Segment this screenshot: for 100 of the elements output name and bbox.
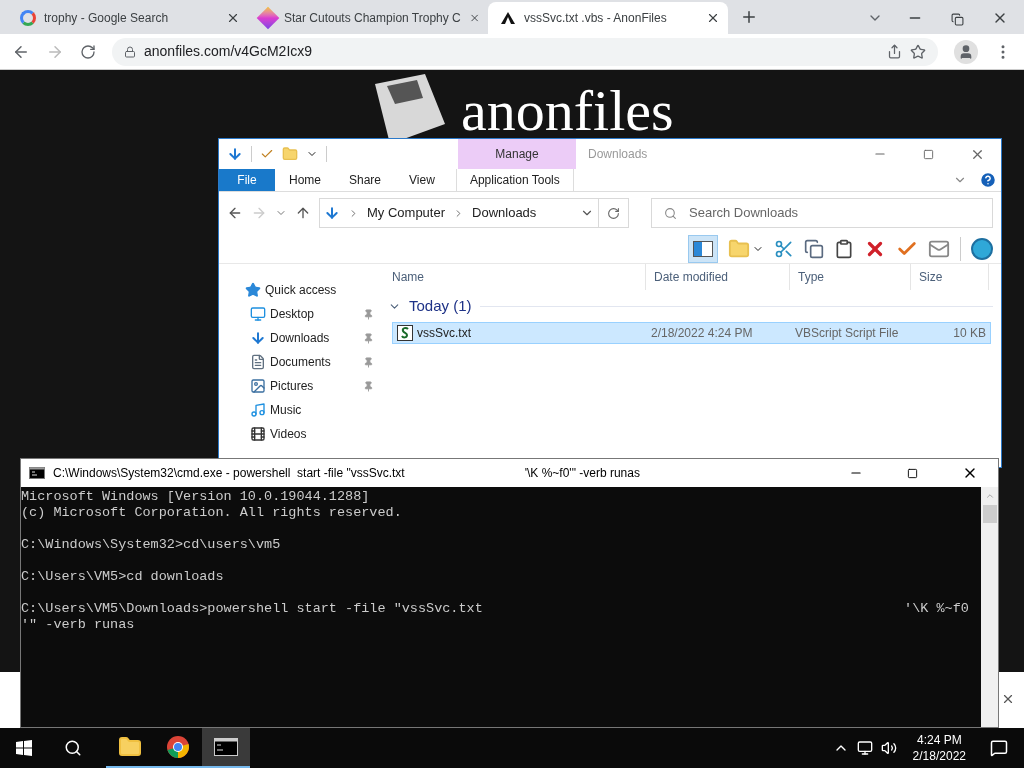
nav-item[interactable]: Quick access [219, 278, 384, 302]
tab-title: vssSvc.txt .vbs - AnonFiles [524, 10, 668, 27]
console-line: C:\Users\VM5>cd downloads [21, 569, 224, 585]
pin-icon[interactable] [363, 332, 374, 344]
search-field[interactable]: Search Downloads [651, 198, 993, 228]
ribbon-tab[interactable]: View [395, 169, 449, 191]
nav-label: Quick access [265, 282, 338, 299]
ribbon-tab[interactable]: Share [335, 169, 396, 191]
up-icon[interactable] [295, 205, 311, 221]
bookmark-icon[interactable] [910, 43, 926, 60]
type-cell-text: VBScript Script File [794, 325, 900, 342]
refresh-button[interactable] [599, 198, 629, 228]
browser-tab[interactable]: vssSvc.txt .vbs - AnonFiles [488, 2, 728, 34]
address-field[interactable]: My Computer Downloads [319, 198, 599, 228]
nav-item[interactable]: Documents [219, 350, 384, 374]
notification-icon[interactable] [990, 739, 1008, 757]
lock-icon [124, 45, 136, 58]
column-header[interactable]: Name [384, 264, 646, 290]
terminal-icon [214, 738, 238, 756]
script-file-icon [397, 325, 413, 341]
paste-icon[interactable] [834, 238, 854, 259]
film-icon [250, 426, 266, 442]
nav-item[interactable]: Desktop [219, 302, 384, 326]
cut-icon[interactable] [774, 238, 794, 259]
nav-label: Downloads [270, 330, 331, 347]
nav-label: Desktop [270, 306, 316, 323]
nav-item[interactable]: Videos [219, 422, 384, 446]
pin-icon[interactable] [363, 380, 374, 392]
tab-favicon-icon [500, 11, 516, 25]
console-line: (c) Microsoft Corporation. All rights reserved. [21, 505, 402, 521]
chrome-icon [166, 735, 190, 759]
refresh-icon [607, 206, 620, 220]
column-header[interactable]: Size [911, 264, 989, 290]
tab-title: trophy - Google Search [44, 10, 170, 27]
volume-icon[interactable] [880, 740, 897, 756]
console-line: Microsoft Windows [Version 10.0.19044.1288] [21, 489, 370, 505]
nav-label: Pictures [270, 378, 315, 395]
console-icon [29, 467, 45, 479]
music-icon [250, 402, 266, 418]
column-header[interactable]: Type [790, 264, 911, 290]
star-icon [245, 282, 261, 298]
tab-title: Star Cutouts Champion Trophy C [284, 10, 461, 27]
clock[interactable]: 4:24 PM 2/18/2022 [904, 732, 974, 764]
window-title: Downloads [588, 146, 648, 163]
nav-label: Documents [270, 354, 332, 371]
url-text: anonfiles.com/v4GcM2Icx9 [144, 42, 313, 61]
ribbon-tab[interactable]: File [219, 169, 275, 191]
google-icon [20, 10, 36, 26]
column-header[interactable]: Date modified [646, 264, 790, 290]
nav-label: Videos [270, 426, 308, 443]
ribbon-tab[interactable]: Application Tools [455, 169, 574, 191]
close-icon[interactable] [1001, 692, 1015, 706]
nav-item[interactable]: Pictures [219, 374, 384, 398]
share-icon[interactable] [887, 44, 902, 59]
ribbon-tab[interactable]: Home [275, 169, 335, 191]
document-icon [250, 354, 266, 370]
help-icon[interactable] [979, 171, 997, 189]
window-title: C:\Windows\System32\cmd.exe - powershell start -file "vssSvc.txt '\K %~f0'" -verb runas [53, 465, 640, 482]
console-line: C:\Users\VM5\Downloads>powershell start -file "vssSvc.txt '\K %~f0 [21, 601, 969, 617]
download-icon [250, 330, 266, 346]
address-field[interactable]: anonfiles.com/v4GcM2Icx9 [112, 37, 938, 66]
date-cell-text: 2/18/2022 4:24 PM [650, 325, 754, 342]
network-icon[interactable] [856, 740, 873, 756]
console-line: '" -verb runas [21, 617, 135, 633]
desktop-icon [250, 306, 266, 322]
pin-icon[interactable] [363, 308, 374, 320]
restore-icon[interactable] [951, 13, 964, 26]
download-icon [324, 205, 340, 221]
breadcrumb-item[interactable]: Downloads [472, 203, 537, 223]
search-icon[interactable] [64, 739, 82, 757]
date-text: 2/18/2022 [912, 748, 966, 764]
nav-item[interactable]: Downloads [219, 326, 384, 350]
breadcrumb-item[interactable]: My Computer [367, 203, 446, 223]
search-icon [664, 206, 677, 220]
scroll-thumb[interactable] [982, 505, 997, 523]
start-icon[interactable] [16, 740, 32, 756]
browser-tab[interactable]: Star Cutouts Champion Trophy C [248, 2, 488, 34]
nav-label: Music [270, 402, 303, 419]
close-icon[interactable] [706, 11, 720, 25]
preview-pane-button[interactable] [688, 234, 718, 263]
new-tab-icon[interactable] [740, 8, 758, 26]
context-group-label: Manage [458, 139, 576, 169]
profile-icon[interactable] [954, 39, 978, 64]
file-row[interactable]: vssSvc.txt 2/18/2022 4:24 PM VBScript Script File 10 KB [392, 322, 991, 344]
back-icon[interactable] [227, 205, 243, 221]
taskbar-app-button[interactable] [202, 728, 250, 768]
nav-item[interactable]: Music [219, 398, 384, 422]
console-line: C:\Windows\System32>cd\users\vm5 [21, 537, 281, 553]
time-text: 4:24 PM [916, 732, 962, 748]
group-header[interactable]: Today (1) [409, 294, 472, 318]
search-placeholder: Search Downloads [689, 204, 799, 223]
reload-icon[interactable] [80, 43, 96, 60]
browser-tab[interactable]: trophy - Google Search [8, 2, 248, 34]
copy-icon[interactable] [804, 238, 824, 259]
maximize-icon[interactable] [907, 467, 918, 479]
pin-icon[interactable] [363, 356, 374, 368]
download-icon[interactable] [227, 146, 243, 162]
close-icon[interactable] [226, 11, 240, 25]
size-cell-text: 10 KB [952, 325, 987, 342]
scrollbar[interactable] [981, 487, 998, 727]
